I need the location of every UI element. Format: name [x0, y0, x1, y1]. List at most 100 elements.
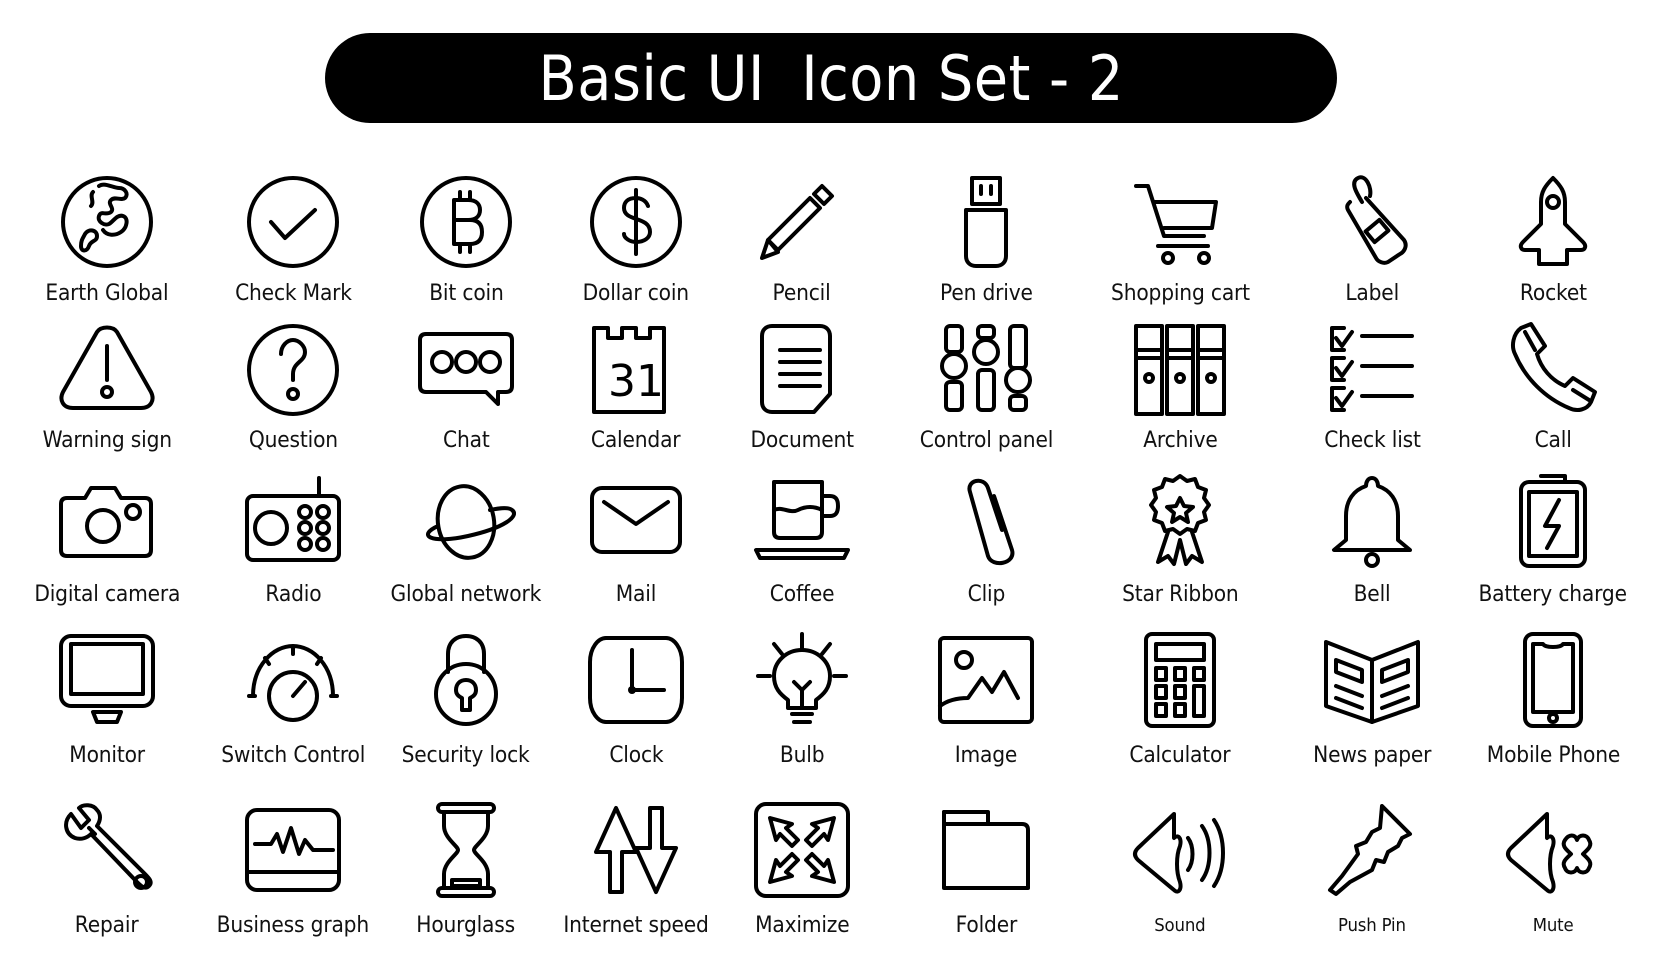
camera-icon [57, 470, 157, 575]
icon-label: Folder [955, 913, 1017, 938]
dollar-coin-icon [586, 172, 686, 277]
icon-label: Pen drive [939, 281, 1033, 306]
icon-tile: Global network [371, 470, 561, 607]
maximize-icon [752, 800, 852, 905]
icon-label: Clip [967, 582, 1005, 607]
icon-label: Shopping cart [1110, 281, 1250, 306]
mobile-phone-icon [1503, 630, 1603, 735]
icon-tile: Rocket [1458, 172, 1648, 306]
icon-tile: Security lock [371, 630, 561, 768]
icon-label: Control panel [919, 428, 1053, 453]
wrench-icon [57, 800, 157, 905]
dial-knob-icon [243, 630, 343, 735]
icon-tile: Mail [541, 470, 731, 607]
icon-tile: Mobile Phone [1458, 630, 1648, 768]
icon-label: Radio [265, 582, 321, 607]
icon-tile: Check Mark [198, 172, 388, 306]
push-pin-icon [1322, 800, 1422, 905]
icon-label: Earth Global [45, 281, 169, 306]
icon-label: Coffee [769, 582, 835, 607]
icon-label: Chat [442, 428, 490, 453]
checklist-icon [1322, 320, 1422, 425]
folder-icon [936, 800, 1036, 905]
icon-label: Push Pin [1338, 915, 1406, 936]
icon-label: Internet speed [563, 913, 709, 938]
warning-icon [57, 320, 157, 425]
icon-label: Calculator [1129, 743, 1231, 768]
icon-label: Check Mark [234, 281, 352, 306]
icon-label: Question [248, 428, 338, 453]
up-down-arrows-icon [586, 800, 686, 905]
pulse-graph-icon [243, 800, 343, 905]
icon-label: Security lock [401, 743, 531, 768]
icon-label: Business graph [216, 913, 370, 938]
phone-handset-icon [1503, 320, 1603, 425]
icon-label: Digital camera [34, 582, 180, 607]
icon-label: Hourglass [416, 913, 516, 938]
icon-label: Mute [1532, 915, 1574, 936]
icon-tile: Push Pin [1277, 800, 1467, 936]
check-mark-icon [243, 172, 343, 277]
bell-icon [1322, 470, 1422, 575]
icon-tile: Pencil [707, 172, 897, 306]
icon-label: Battery charge [1478, 582, 1628, 607]
speaker-sound-icon [1130, 800, 1230, 905]
calendar-day-number: 31 [608, 356, 664, 407]
icon-label: Monitor [69, 743, 145, 768]
speaker-mute-icon [1503, 800, 1603, 905]
icon-tile: Mute [1458, 800, 1648, 936]
shopping-cart-icon [1130, 172, 1230, 277]
usb-drive-icon [936, 172, 1036, 277]
star-ribbon-icon [1130, 470, 1230, 575]
icon-tile: 31 Calendar [541, 320, 731, 453]
tag-label-icon [1322, 172, 1422, 277]
icon-tile: Control panel [891, 320, 1081, 453]
icon-label: Repair [75, 913, 139, 938]
icon-tile: Earth Global [12, 172, 202, 306]
calendar-icon: 31 [586, 320, 686, 425]
icon-tile: Switch Control [198, 630, 388, 768]
icon-tile: Folder [891, 800, 1081, 938]
icon-label: Sound [1154, 915, 1206, 936]
icon-tile: Label [1277, 172, 1467, 306]
question-icon [243, 320, 343, 425]
icon-label: Global network [390, 582, 542, 607]
icon-tile: Bit coin [371, 172, 561, 306]
icon-tile: Image [891, 630, 1081, 768]
icon-tile: Dollar coin [541, 172, 731, 306]
icon-tile: Internet speed [541, 800, 731, 938]
icon-tile: Bulb [707, 630, 897, 768]
icon-tile: Coffee [707, 470, 897, 607]
icon-label: Pencil [772, 281, 832, 306]
icon-label: Bit coin [428, 281, 504, 306]
icon-label: Mobile Phone [1486, 743, 1620, 768]
radio-icon [243, 470, 343, 575]
icon-label: Star Ribbon [1121, 582, 1239, 607]
icon-tile: Monitor [12, 630, 202, 768]
rocket-icon [1503, 172, 1603, 277]
icon-tile: Chat [371, 320, 561, 453]
icon-tile: Shopping cart [1085, 172, 1275, 306]
icon-tile: Digital camera [12, 470, 202, 607]
icon-label: Dollar coin [582, 281, 690, 306]
icon-tile: Repair [12, 800, 202, 938]
icon-tile: Archive [1085, 320, 1275, 453]
icon-tile: Hourglass [371, 800, 561, 938]
icon-label: Bell [1353, 582, 1391, 607]
coffee-cup-icon [752, 470, 852, 575]
icon-label: Call [1534, 428, 1572, 453]
icon-label: Document [750, 428, 854, 453]
icon-label: Switch Control [221, 743, 365, 768]
hourglass-icon [416, 800, 516, 905]
icon-tile: Warning sign [12, 320, 202, 453]
icon-grid: Earth Global Check Mark Bit coin Dollar coi… [0, 0, 1661, 980]
icon-tile: Document [707, 320, 897, 453]
padlock-icon [416, 630, 516, 735]
sliders-icon [936, 320, 1036, 425]
icon-tile: Calculator [1085, 630, 1275, 768]
icon-label: News paper [1312, 743, 1432, 768]
icon-label: Rocket [1519, 281, 1587, 306]
icon-label: Archive [1142, 428, 1218, 453]
icon-tile: Radio [198, 470, 388, 607]
icon-label: Maximize [754, 913, 850, 938]
